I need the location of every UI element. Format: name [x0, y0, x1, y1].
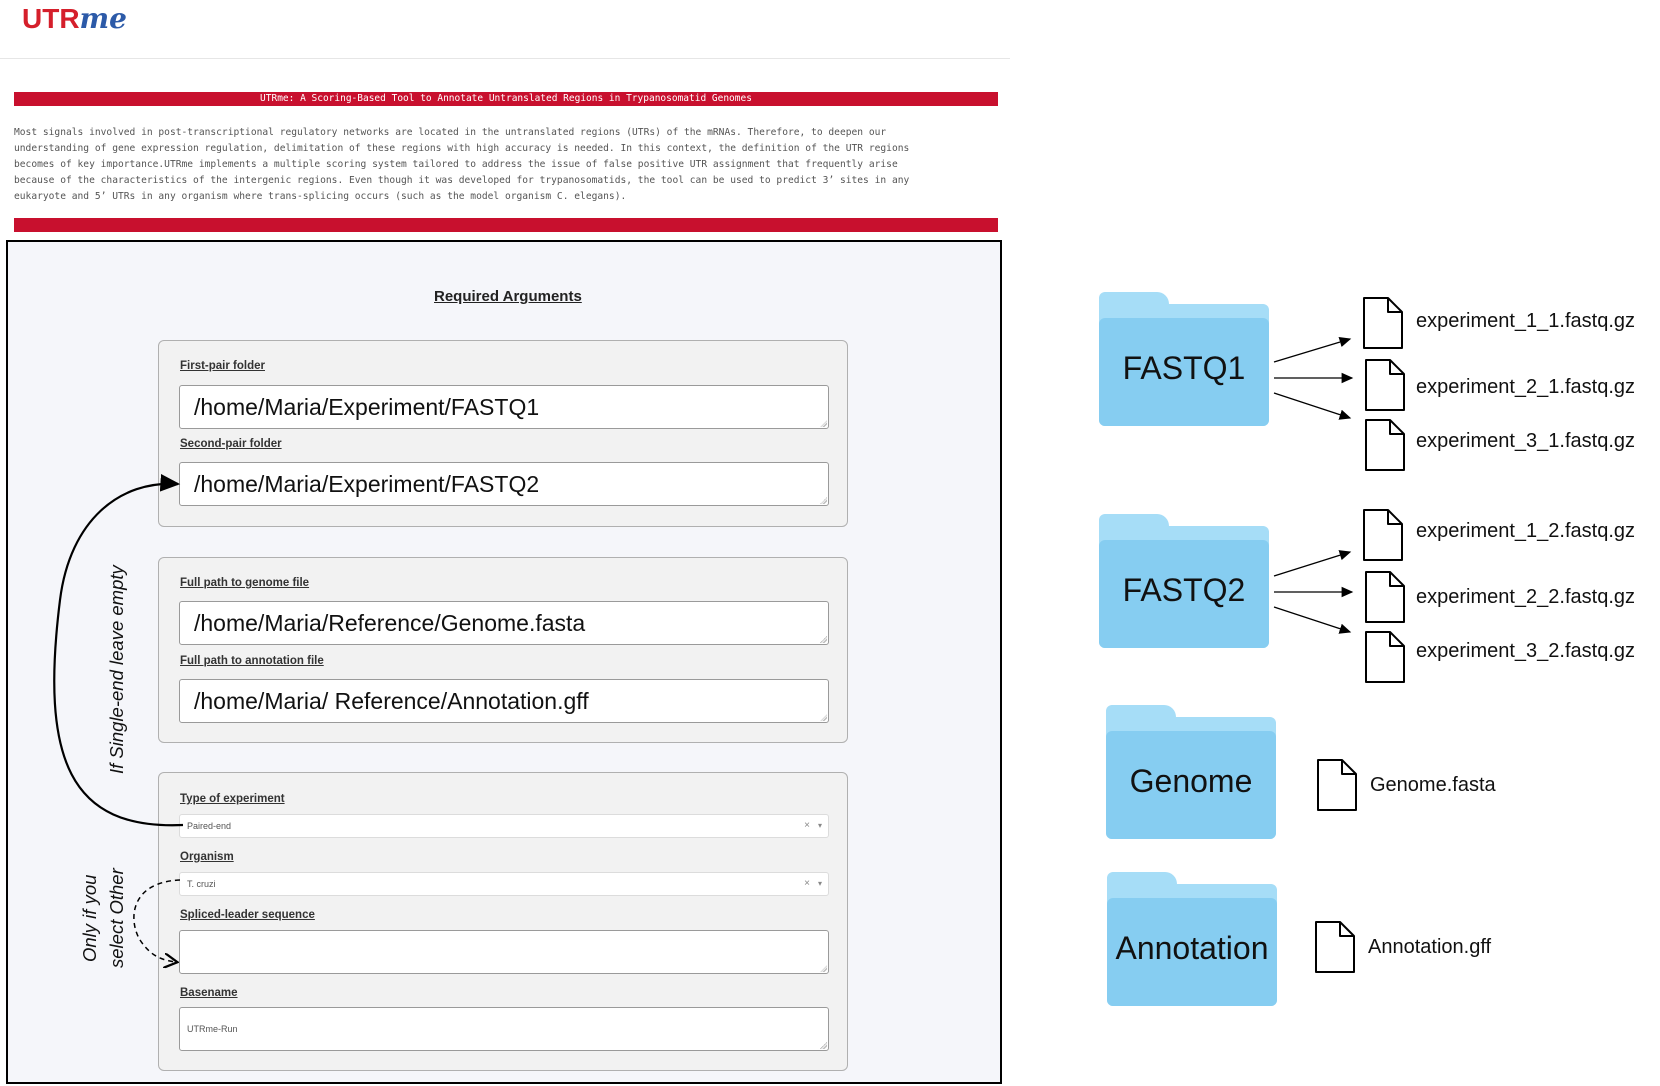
file-label: experiment_1_1.fastq.gz: [1416, 310, 1636, 332]
file-icon: [1365, 631, 1405, 683]
file-label: experiment_3_2.fastq.gz: [1416, 640, 1636, 662]
file-icon: [1365, 359, 1405, 411]
file-icon: [1365, 571, 1405, 623]
file-label: Annotation.gff: [1368, 936, 1492, 958]
file-label: experiment_3_1.fastq.gz: [1416, 430, 1636, 452]
file-icon: [1363, 297, 1403, 349]
file-icon: [1315, 921, 1355, 973]
file-icon: [1365, 419, 1405, 471]
file-label: experiment_2_2.fastq.gz: [1416, 586, 1636, 608]
file-icon: [1363, 509, 1403, 561]
file-label: experiment_1_2.fastq.gz: [1416, 520, 1636, 542]
file-icon: [1317, 759, 1357, 811]
file-icons: [1315, 297, 1405, 973]
file-label: Genome.fasta: [1370, 774, 1496, 796]
file-label: experiment_2_1.fastq.gz: [1416, 376, 1636, 398]
